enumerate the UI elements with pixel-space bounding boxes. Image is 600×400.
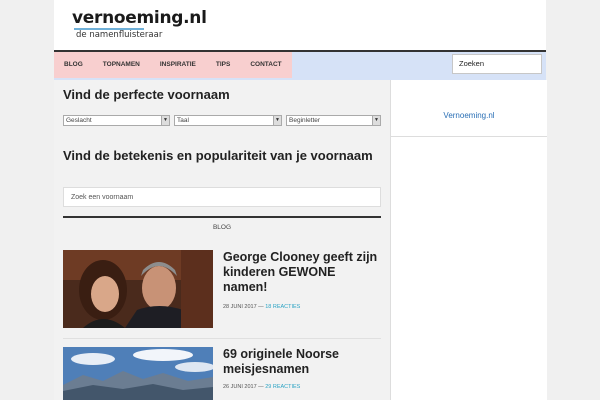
chevron-down-icon: ▼ xyxy=(372,116,380,125)
post-meta: 28 JUNI 2017 — 18 REACTIES xyxy=(223,304,300,310)
post-divider xyxy=(63,338,381,339)
post-title[interactable]: George Clooney geeft zijn kinderen GEWON… xyxy=(223,250,383,295)
section-title-meaning: Vind de betekenis en populariteit van je… xyxy=(63,148,373,163)
site-search-input[interactable]: Zoeken xyxy=(452,54,542,74)
nav-item-inspiratie[interactable]: INSPIRATIE xyxy=(150,52,206,78)
site-header: vernoeming.nl de namenfluisteraar xyxy=(54,0,546,50)
post-date: 26 JUNI 2017 xyxy=(223,384,257,390)
chevron-down-icon: ▼ xyxy=(161,116,169,125)
nav-item-contact[interactable]: CONTACT xyxy=(240,52,291,78)
post-thumbnail[interactable] xyxy=(63,347,213,400)
logo-tagline: de namenfluisteraar xyxy=(76,30,163,40)
blog-section-label: BLOG xyxy=(63,216,381,231)
language-select-label: Taal xyxy=(177,117,189,124)
main-navigation: BLOG TOPNAMEN INSPIRATIE TIPS CONTACT Zo… xyxy=(54,50,546,80)
post-thumbnail[interactable] xyxy=(63,250,213,328)
post-date: 28 JUNI 2017 xyxy=(223,304,257,310)
post-comments-link[interactable]: 18 REACTIES xyxy=(265,304,300,310)
main-content: Vind de perfecte voornaam Geslacht ▼ Taa… xyxy=(54,80,390,400)
gender-select[interactable]: Geslacht ▼ xyxy=(63,115,170,126)
logo-name: vernoeming.nl xyxy=(72,8,207,28)
name-search-input[interactable]: Zoek een voornaam xyxy=(63,187,381,207)
first-letter-select[interactable]: Beginletter ▼ xyxy=(286,115,381,126)
first-letter-select-label: Beginletter xyxy=(289,117,321,124)
section-title-perfect-name: Vind de perfecte voornaam xyxy=(63,87,230,102)
sidebar-banner-label: Vernoeming.nl xyxy=(443,111,495,120)
post-comments-link[interactable]: 29 REACTIES xyxy=(265,384,300,390)
page: vernoeming.nl de namenfluisteraar BLOG T… xyxy=(54,0,547,400)
logo-underline xyxy=(74,28,144,30)
language-select[interactable]: Taal ▼ xyxy=(174,115,282,126)
sidebar-banner[interactable]: Vernoeming.nl xyxy=(391,80,547,137)
gender-select-label: Geslacht xyxy=(66,117,92,124)
nav-item-topnamen[interactable]: TOPNAMEN xyxy=(93,52,150,78)
nav-item-blog[interactable]: BLOG xyxy=(54,52,93,78)
site-logo[interactable]: vernoeming.nl de namenfluisteraar xyxy=(72,8,207,40)
nav-menu: BLOG TOPNAMEN INSPIRATIE TIPS CONTACT xyxy=(54,52,292,78)
name-filters: Geslacht ▼ Taal ▼ Beginletter ▼ xyxy=(63,115,381,126)
chevron-down-icon: ▼ xyxy=(273,116,281,125)
nav-item-tips[interactable]: TIPS xyxy=(206,52,240,78)
post-meta: 26 JUNI 2017 — 29 REACTIES xyxy=(223,384,300,390)
post-title[interactable]: 69 originele Noorse meisjesnamen xyxy=(223,347,383,377)
sidebar: Vernoeming.nl xyxy=(390,80,547,400)
